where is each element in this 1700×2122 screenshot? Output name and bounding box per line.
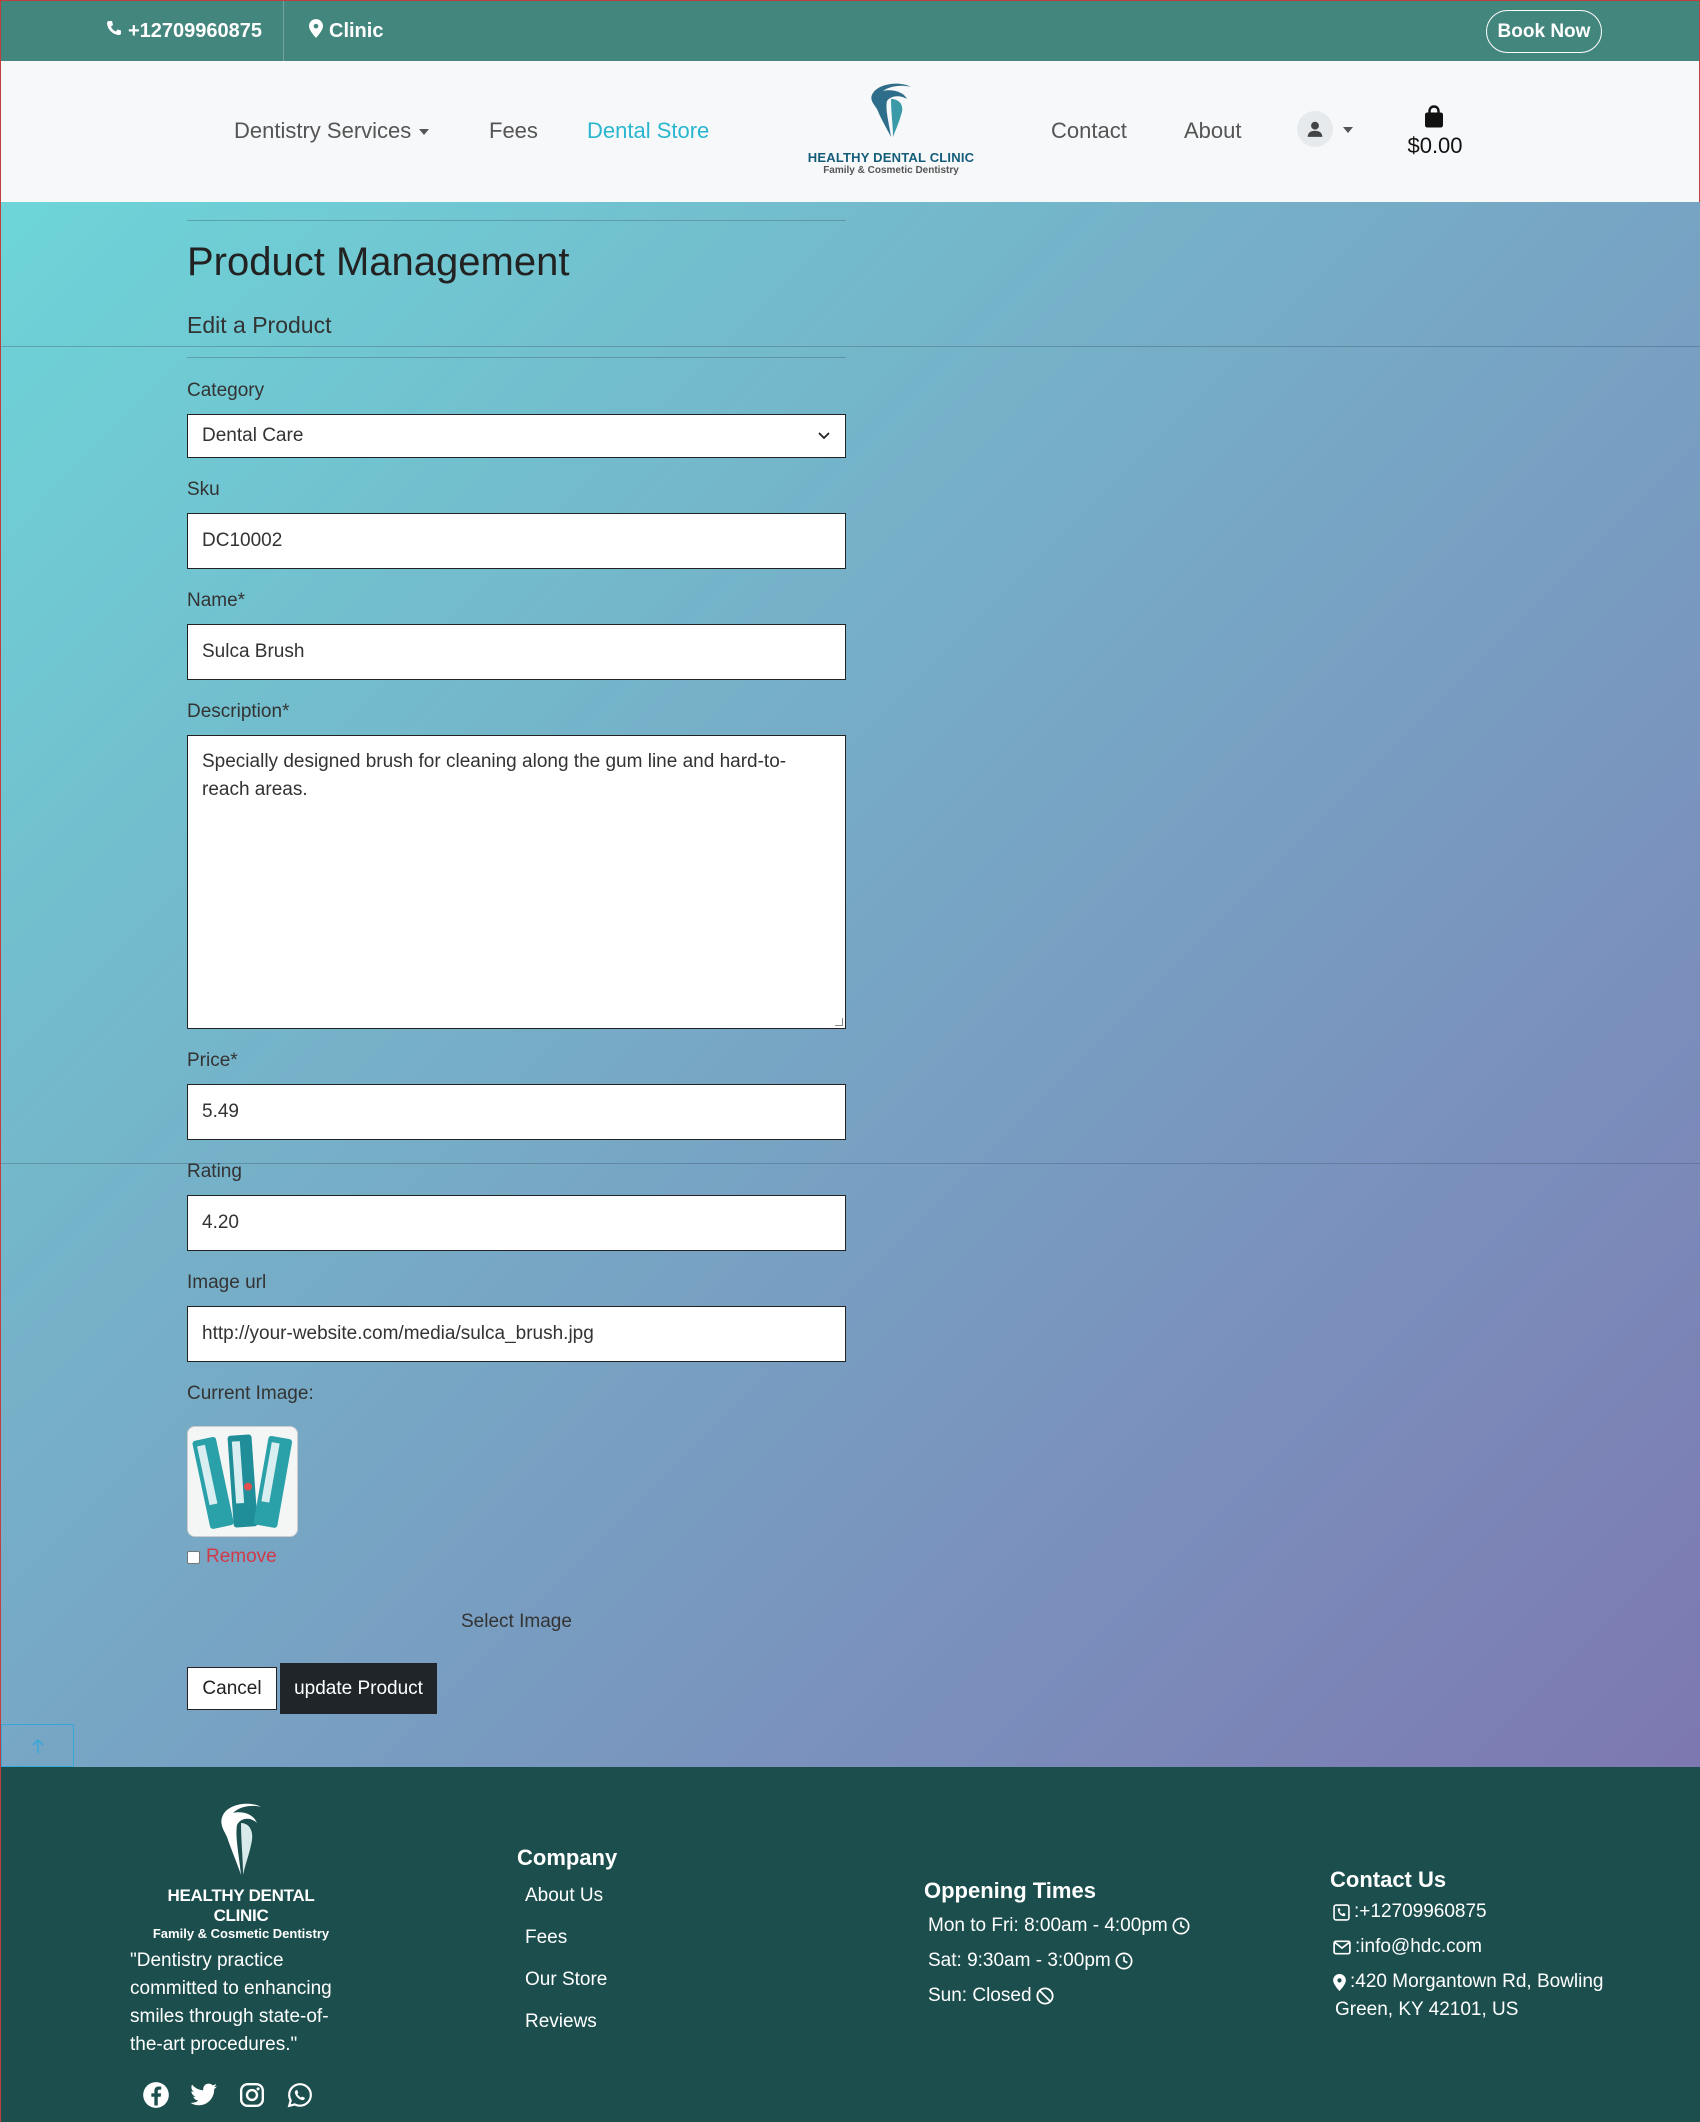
footer-logo-title: HEALTHY DENTAL CLINIC	[167, 1886, 315, 1925]
instagram-icon[interactable]	[236, 2079, 267, 2110]
remove-image-label[interactable]: Remove	[206, 1546, 277, 1568]
footer-hours-sunday: Sun: Closed	[928, 1985, 1054, 2007]
contact-email-text: :info@hdc.com	[1355, 1936, 1483, 1957]
phone-icon	[106, 19, 122, 43]
account-chevron-down-icon[interactable]	[1343, 127, 1353, 133]
phone-square-icon	[1333, 1903, 1350, 1921]
category-label: Category	[187, 380, 265, 401]
remove-image-checkbox[interactable]	[187, 1551, 200, 1564]
contact-address-line2: Green, KY 42101, US	[1335, 1999, 1519, 2020]
description-textarea[interactable]: Specially designed brush for cleaning al…	[187, 735, 846, 1029]
page-title: Product Management	[187, 240, 570, 284]
topbar-phone[interactable]: +12709960875	[106, 19, 262, 43]
divider	[187, 357, 846, 358]
chevron-down-icon	[419, 129, 430, 136]
site-logo[interactable]: HEALTHY DENTAL CLINIC Family & Cosmetic …	[806, 79, 976, 179]
logo-tagline: Family & Cosmetic Dentistry	[823, 165, 959, 176]
footer-hours-weekday: Mon to Fri: 8:00am - 4:00pm	[928, 1915, 1190, 1937]
rating-label: Rating	[187, 1161, 242, 1182]
topbar-phone-text: +12709960875	[128, 19, 263, 42]
hours-saturday-text: Sat: 9:30am - 3:00pm	[928, 1950, 1111, 1971]
whatsapp-icon[interactable]	[284, 2079, 315, 2110]
facebook-icon[interactable]	[140, 2079, 171, 2110]
divider	[187, 220, 846, 221]
footer-hours-saturday: Sat: 9:30am - 3:00pm	[928, 1950, 1133, 1972]
footer-contact-phone[interactable]: :+12709960875	[1333, 1901, 1487, 1923]
user-icon	[1307, 121, 1323, 137]
footer-logo-tagline: Family & Cosmetic Dentistry	[152, 1926, 330, 1941]
clock-icon	[1172, 1917, 1190, 1935]
sku-label: Sku	[187, 479, 220, 500]
map-pin-icon	[1333, 1973, 1346, 1991]
divider	[1, 1163, 1700, 1164]
topbar-location[interactable]: Clinic	[309, 19, 383, 44]
twitter-icon[interactable]	[188, 2079, 219, 2110]
topbar-location-text: Clinic	[329, 20, 384, 42]
nav-about[interactable]: About	[1184, 118, 1242, 144]
rating-input[interactable]: 4.20	[187, 1195, 846, 1251]
product-management-section: Product Management Edit a Product Catego…	[0, 202, 1700, 1767]
topbar-divider	[283, 1, 284, 62]
page-subtitle: Edit a Product	[187, 312, 332, 338]
divider	[1, 346, 1700, 347]
footer-contact-address-line2: Green, KY 42101, US	[1335, 1999, 1518, 2021]
nav-dental-store[interactable]: Dental Store	[587, 118, 709, 144]
cart-total[interactable]: $0.00	[1405, 133, 1465, 159]
arrow-up-icon	[31, 1738, 44, 1753]
envelope-icon	[1333, 1939, 1351, 1955]
price-input[interactable]: 5.49	[187, 1084, 846, 1140]
tooth-logo-icon	[871, 83, 911, 137]
logo-title: HEALTHY DENTAL CLINIC	[807, 150, 975, 165]
footer-link-about-us[interactable]: About Us	[525, 1885, 603, 1907]
map-pin-icon	[309, 19, 323, 44]
footer-link-our-store[interactable]: Our Store	[525, 1969, 607, 1991]
price-label: Price*	[187, 1050, 238, 1071]
image-url-label: Image url	[187, 1272, 267, 1293]
ban-icon	[1035, 1987, 1054, 2005]
account-menu-button[interactable]	[1297, 111, 1333, 147]
sku-input[interactable]: DC10002	[187, 513, 846, 569]
main-nav: Dentistry Services Fees Dental Store HEA…	[0, 61, 1700, 202]
nav-dentistry-services[interactable]: Dentistry Services	[234, 118, 430, 144]
resize-handle-icon[interactable]	[835, 1018, 843, 1026]
description-label: Description*	[187, 701, 290, 722]
footer-contact-address: :420 Morgantown Rd, Bowling	[1333, 1971, 1603, 1993]
footer-link-reviews[interactable]: Reviews	[525, 2011, 597, 2033]
clock-icon	[1115, 1952, 1133, 1970]
hours-weekday-text: Mon to Fri: 8:00am - 4:00pm	[928, 1915, 1168, 1936]
update-product-button[interactable]: update Product	[280, 1663, 437, 1714]
top-bar: +12709960875 Clinic Book Now	[0, 0, 1700, 62]
social-links	[140, 2079, 315, 2110]
category-select[interactable]: Dental Care	[187, 414, 846, 458]
cancel-button[interactable]: Cancel	[187, 1667, 277, 1710]
nav-contact[interactable]: Contact	[1051, 118, 1127, 144]
name-label: Name*	[187, 590, 246, 611]
description-text: Specially designed brush for cleaning al…	[202, 751, 787, 800]
footer-times-heading: Oppening Times	[924, 1878, 1096, 1903]
name-input[interactable]: Sulca Brush	[187, 624, 846, 680]
footer-company-heading: Company	[517, 1845, 618, 1870]
select-image-button[interactable]: Select Image	[461, 1611, 572, 1633]
footer-logo[interactable]: HEALTHY DENTAL CLINIC Family & Cosmetic …	[141, 1797, 341, 1941]
nav-dentistry-services-label: Dentistry Services	[234, 118, 412, 143]
image-url-input[interactable]: http://your-website.com/media/sulca_brus…	[187, 1306, 846, 1362]
nav-fees[interactable]: Fees	[489, 118, 538, 144]
contact-phone-text: :+12709960875	[1354, 1901, 1487, 1922]
chevron-down-icon	[818, 432, 830, 440]
book-now-button[interactable]: Book Now	[1486, 10, 1602, 53]
hours-sunday-text: Sun: Closed	[928, 1985, 1032, 2006]
current-image-label: Current Image:	[187, 1383, 314, 1404]
site-footer: HEALTHY DENTAL CLINIC Family & Cosmetic …	[0, 1767, 1700, 2122]
footer-contact-heading: Contact Us	[1330, 1867, 1447, 1892]
back-to-top-button[interactable]	[1, 1724, 74, 1767]
footer-link-fees[interactable]: Fees	[525, 1927, 567, 1949]
contact-address-line1: :420 Morgantown Rd, Bowling	[1350, 1971, 1604, 1992]
category-value: Dental Care	[202, 425, 304, 446]
shopping-bag-icon[interactable]	[1422, 105, 1446, 134]
tooth-logo-icon	[221, 1803, 261, 1875]
footer-contact-email[interactable]: :info@hdc.com	[1333, 1936, 1482, 1958]
current-product-image	[187, 1426, 298, 1537]
footer-quote: "Dentistry practice committed to enhanci…	[130, 1950, 332, 2055]
